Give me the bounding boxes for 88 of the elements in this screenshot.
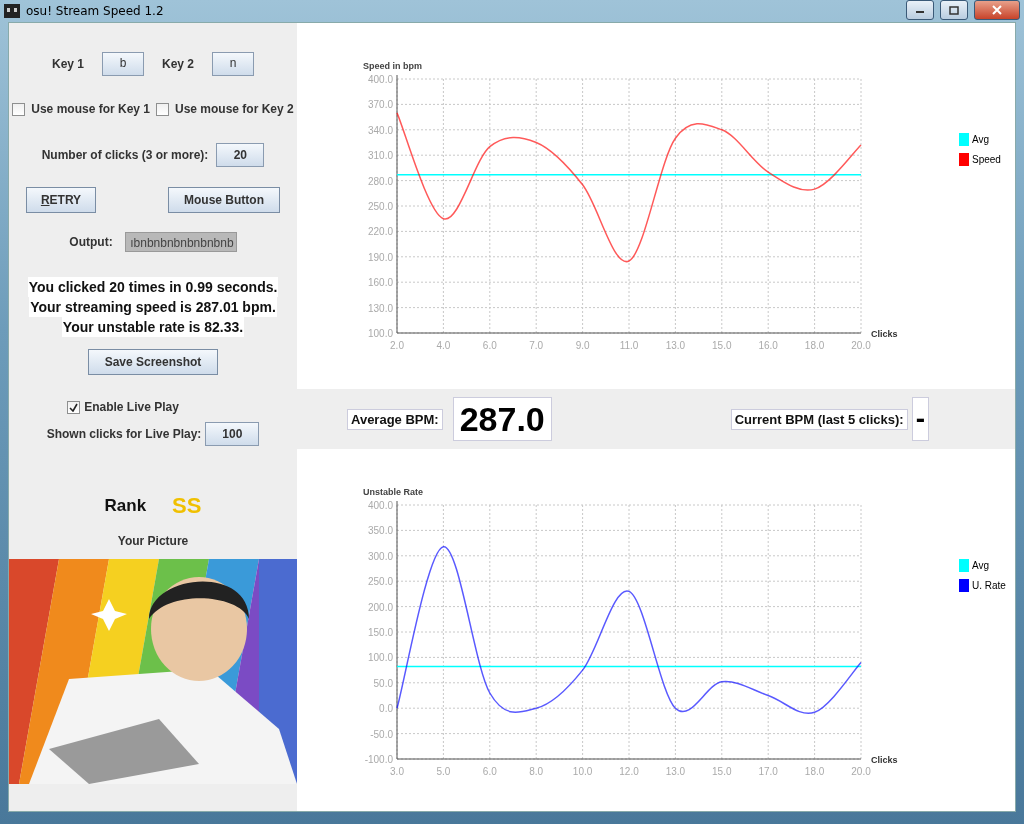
x-tick-label: 6.0 bbox=[482, 340, 497, 351]
result-text: Your unstable rate is 82.33. bbox=[61, 317, 245, 337]
x-tick-label: 15.0 bbox=[712, 766, 732, 777]
x-tick-label: 13.0 bbox=[665, 340, 686, 351]
y-tick-label: 250.0 bbox=[367, 576, 393, 588]
checkbox[interactable] bbox=[12, 102, 26, 116]
maximize-icon bbox=[949, 5, 959, 15]
axis-label: Clicks bbox=[871, 755, 898, 765]
y-tick-label: 400.0 bbox=[367, 74, 393, 85]
key-label: Key 2 bbox=[162, 57, 195, 71]
axis-label: Clicks bbox=[871, 329, 898, 339]
save-screenshot-button[interactable]: Save Screenshot bbox=[88, 349, 218, 375]
chart-title: Speed in bpm bbox=[363, 61, 422, 71]
x-tick-label: 9.0 bbox=[575, 340, 590, 351]
x-tick-label: 18.0 bbox=[804, 340, 825, 351]
app-icon bbox=[4, 4, 20, 18]
y-tick-label: 100.0 bbox=[367, 652, 393, 664]
y-tick-label: 200.0 bbox=[367, 601, 393, 613]
y-tick-label: 100.0 bbox=[367, 328, 393, 339]
y-tick-label: 280.0 bbox=[367, 175, 393, 187]
chart-title: Unstable Rate bbox=[363, 487, 424, 497]
legend-label: Avg bbox=[972, 134, 990, 145]
retry-button[interactable]: RETRY bbox=[26, 187, 96, 213]
x-tick-label: 6.0 bbox=[482, 766, 497, 777]
y-tick-label: 310.0 bbox=[367, 150, 393, 162]
result-text: Your streaming speed is 287.01 bpm. bbox=[29, 297, 277, 317]
shown-clicks-field[interactable]: 100 bbox=[205, 422, 260, 446]
checkbox[interactable] bbox=[67, 400, 81, 414]
key-label: Key 1 bbox=[51, 57, 84, 71]
average-bpm-label: Average BPM: bbox=[347, 408, 443, 430]
close-button[interactable] bbox=[974, 0, 1020, 20]
x-tick-label: 18.0 bbox=[804, 766, 825, 777]
x-tick-label: 13.0 bbox=[665, 766, 686, 777]
y-tick-label: 50.0 bbox=[373, 677, 393, 689]
checkbox-label: Use mouse for Key 2 bbox=[175, 102, 294, 116]
y-tick-label: 150.0 bbox=[367, 627, 393, 638]
average-bpm-value: 287.0 bbox=[452, 397, 552, 441]
y-tick-label: 300.0 bbox=[367, 550, 393, 562]
window-title: osu! Stream Speed 1.2 bbox=[26, 4, 164, 18]
y-tick-label: 370.0 bbox=[367, 99, 393, 111]
mouse-button[interactable]: Mouse Button bbox=[168, 187, 280, 213]
x-tick-label: 11.0 bbox=[619, 340, 639, 351]
x-tick-label: 16.0 bbox=[758, 340, 778, 351]
y-tick-label: 160.0 bbox=[367, 277, 393, 289]
x-tick-label: 4.0 bbox=[436, 340, 451, 351]
current-bpm-label: Current BPM (last 5 clicks): bbox=[730, 408, 908, 430]
x-tick-label: 7.0 bbox=[529, 340, 544, 351]
legend-label: U. Rate bbox=[972, 580, 1006, 591]
y-tick-label: -50.0 bbox=[370, 728, 393, 740]
output-label: Output: bbox=[69, 235, 113, 249]
x-tick-label: 3.0 bbox=[390, 766, 404, 777]
maximize-button[interactable] bbox=[940, 0, 968, 20]
close-icon bbox=[991, 5, 1003, 15]
y-tick-label: -100.0 bbox=[364, 754, 393, 765]
checkbox-label: Enable Live Play bbox=[84, 400, 179, 414]
result-text: You clicked 20 times in 0.99 seconds. bbox=[27, 277, 279, 297]
legend-label: Speed bbox=[972, 154, 1001, 165]
output-field[interactable]: ıbnbnbnbnbnbnbnb bbox=[124, 232, 237, 252]
clicks-label: Number of clicks (3 or more): bbox=[41, 148, 209, 162]
rank-value: SS bbox=[172, 493, 202, 519]
rank-label: Rank bbox=[104, 496, 147, 516]
x-tick-label: 2.0 bbox=[390, 340, 404, 351]
key-field[interactable]: n bbox=[212, 52, 255, 76]
picture-caption: Your Picture bbox=[117, 534, 189, 548]
y-tick-label: 400.0 bbox=[367, 500, 393, 511]
x-tick-label: 5.0 bbox=[436, 766, 451, 777]
y-tick-label: 190.0 bbox=[367, 251, 393, 263]
x-tick-label: 15.0 bbox=[712, 340, 732, 351]
x-tick-label: 20.0 bbox=[851, 340, 871, 351]
y-tick-label: 0.0 bbox=[379, 703, 393, 715]
x-tick-label: 17.0 bbox=[758, 766, 778, 777]
y-tick-label: 350.0 bbox=[367, 525, 393, 537]
y-tick-label: 220.0 bbox=[367, 226, 393, 238]
y-tick-label: 340.0 bbox=[367, 124, 393, 136]
shown-clicks-label: Shown clicks for Live Play: bbox=[46, 427, 202, 441]
legend-label: Avg bbox=[972, 560, 990, 571]
x-tick-label: 20.0 bbox=[851, 766, 871, 777]
minimize-button[interactable] bbox=[906, 0, 934, 20]
y-tick-label: 250.0 bbox=[367, 201, 393, 212]
clicks-field[interactable]: 20 bbox=[216, 143, 265, 167]
key-field[interactable]: b bbox=[102, 52, 144, 76]
y-tick-label: 130.0 bbox=[367, 302, 393, 314]
x-tick-label: 8.0 bbox=[529, 766, 544, 777]
checkbox-label: Use mouse for Key 1 bbox=[31, 102, 150, 116]
current-bpm-value: - bbox=[911, 397, 929, 441]
checkbox[interactable] bbox=[156, 102, 169, 116]
x-tick-label: 10.0 bbox=[572, 766, 593, 777]
x-tick-label: 12.0 bbox=[619, 766, 639, 777]
